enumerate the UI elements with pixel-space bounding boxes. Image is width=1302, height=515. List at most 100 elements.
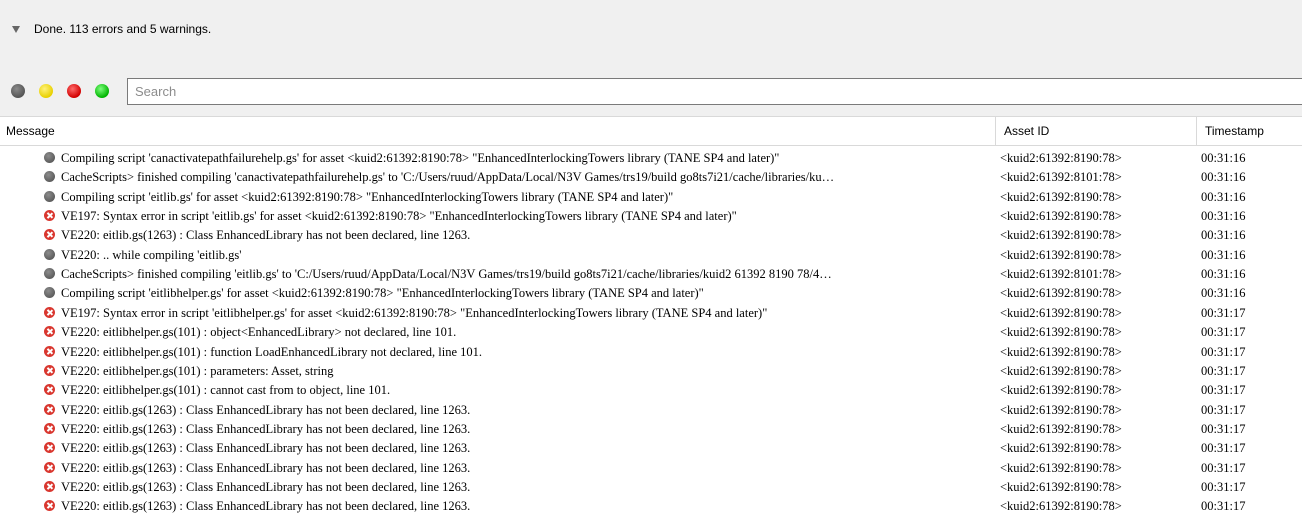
table-row[interactable]: Compiling script 'eitlibhelper.gs' for a… — [0, 284, 1302, 302]
asset-id-cell: <kuid2:61392:8190:78> — [1000, 402, 1122, 417]
timestamp-cell: 00:31:17 — [1201, 499, 1246, 514]
table-row[interactable]: CacheScripts> finished compiling 'eitlib… — [0, 265, 1302, 283]
asset-id-cell: <kuid2:61392:8190:78> — [1000, 344, 1122, 359]
message-cell: VE220: eitlib.gs(1263) : Class EnhancedL… — [61, 421, 471, 436]
error-icon — [44, 229, 55, 241]
table-row[interactable]: VE220: eitlibhelper.gs(101) : function L… — [0, 343, 1302, 361]
success-filter-icon[interactable] — [95, 84, 109, 98]
asset-id-cell: <kuid2:61392:8190:78> — [1000, 383, 1122, 398]
info-icon — [44, 248, 55, 260]
timestamp-cell: 00:31:17 — [1201, 460, 1246, 475]
table-row[interactable]: VE220: eitlib.gs(1263) : Class EnhancedL… — [0, 459, 1302, 477]
table-row[interactable]: VE220: eitlib.gs(1263) : Class EnhancedL… — [0, 439, 1302, 457]
error-icon — [44, 422, 55, 434]
asset-id-cell: <kuid2:61392:8190:78> — [1000, 151, 1122, 165]
warning-filter-icon[interactable] — [39, 84, 53, 98]
table-row[interactable]: VE220: eitlib.gs(1263) : Class EnhancedL… — [0, 478, 1302, 496]
timestamp-cell: 00:31:17 — [1201, 305, 1246, 320]
timestamp-cell: 00:31:17 — [1201, 325, 1246, 340]
summary-header[interactable]: Done. 113 errors and 5 warnings. — [0, 0, 1302, 58]
error-icon — [44, 364, 55, 376]
error-icon — [44, 442, 55, 454]
error-icon — [44, 461, 55, 473]
asset-id-cell: <kuid2:61392:8190:78> — [1000, 228, 1122, 243]
table-row[interactable]: VE197: Syntax error in script 'eitlibhel… — [0, 304, 1302, 322]
message-cell: VE220: eitlib.gs(1263) : Class EnhancedL… — [61, 228, 471, 243]
column-header-message[interactable]: Message — [0, 117, 995, 145]
collapse-triangle-icon[interactable] — [12, 26, 20, 33]
asset-id-cell: <kuid2:61392:8190:78> — [1000, 189, 1122, 204]
timestamp-cell: 00:31:16 — [1201, 189, 1246, 204]
asset-id-cell: <kuid2:61392:8190:78> — [1000, 363, 1122, 378]
timestamp-cell: 00:31:17 — [1201, 383, 1246, 398]
message-cell: VE220: eitlib.gs(1263) : Class EnhancedL… — [61, 402, 471, 417]
timestamp-cell: 00:31:16 — [1201, 170, 1246, 185]
timestamp-cell: 00:31:16 — [1201, 286, 1246, 301]
table-body[interactable]: Compiling script 'canactivatepathfailure… — [0, 149, 1302, 515]
asset-id-cell: <kuid2:61392:8190:78> — [1000, 286, 1122, 301]
message-cell: CacheScripts> finished compiling 'eitlib… — [61, 267, 832, 282]
message-cell: VE220: eitlib.gs(1263) : Class EnhancedL… — [61, 441, 471, 456]
error-icon — [44, 403, 55, 415]
timestamp-cell: 00:31:17 — [1201, 479, 1246, 494]
message-cell: CacheScripts> finished compiling 'canact… — [61, 170, 835, 185]
info-icon — [44, 190, 55, 202]
message-cell: VE220: eitlib.gs(1263) : Class EnhancedL… — [61, 460, 471, 475]
timestamp-cell: 00:31:16 — [1201, 267, 1246, 282]
error-icon — [44, 326, 55, 338]
table-row[interactable]: CacheScripts> finished compiling 'canact… — [0, 168, 1302, 186]
asset-id-cell: <kuid2:61392:8190:78> — [1000, 247, 1122, 262]
gray-filter-icon[interactable] — [11, 84, 25, 98]
asset-id-cell: <kuid2:61392:8101:78> — [1000, 170, 1122, 185]
timestamp-cell: 00:31:16 — [1201, 151, 1246, 165]
message-cell: Compiling script 'canactivatepathfailure… — [61, 151, 780, 165]
table-row[interactable]: VE220: eitlibhelper.gs(101) : object<Enh… — [0, 323, 1302, 341]
timestamp-cell: 00:31:16 — [1201, 209, 1246, 224]
info-icon — [44, 287, 55, 299]
info-icon — [44, 268, 55, 280]
asset-id-cell: <kuid2:61392:8190:78> — [1000, 305, 1122, 320]
table-row[interactable]: VE220: eitlib.gs(1263) : Class EnhancedL… — [0, 401, 1302, 419]
asset-id-cell: <kuid2:61392:8190:78> — [1000, 479, 1122, 494]
message-cell: VE220: eitlibhelper.gs(101) : function L… — [61, 344, 483, 359]
table-row[interactable]: VE220: eitlibhelper.gs(101) : cannot cas… — [0, 381, 1302, 399]
table-row[interactable]: VE220: eitlib.gs(1263) : Class EnhancedL… — [0, 497, 1302, 515]
error-icon — [44, 480, 55, 492]
timestamp-cell: 00:31:17 — [1201, 441, 1246, 456]
asset-id-cell: <kuid2:61392:8190:78> — [1000, 499, 1122, 514]
timestamp-cell: 00:31:16 — [1201, 247, 1246, 262]
column-header-asset-id[interactable]: Asset ID — [995, 117, 1196, 145]
error-filter-icon[interactable] — [67, 84, 81, 98]
timestamp-cell: 00:31:17 — [1201, 402, 1246, 417]
table-row[interactable]: VE220: eitlib.gs(1263) : Class EnhancedL… — [0, 226, 1302, 244]
asset-id-cell: <kuid2:61392:8101:78> — [1000, 267, 1122, 282]
table-row[interactable]: VE220: eitlib.gs(1263) : Class EnhancedL… — [0, 420, 1302, 438]
message-cell: VE197: Syntax error in script 'eitlib.gs… — [61, 209, 737, 224]
message-cell: VE197: Syntax error in script 'eitlibhel… — [61, 305, 768, 320]
table-row[interactable]: VE197: Syntax error in script 'eitlib.gs… — [0, 207, 1302, 225]
asset-id-cell: <kuid2:61392:8190:78> — [1000, 325, 1122, 340]
message-cell: VE220: eitlib.gs(1263) : Class EnhancedL… — [61, 499, 471, 514]
table-row[interactable]: VE220: eitlibhelper.gs(101) : parameters… — [0, 362, 1302, 380]
table-row[interactable]: VE220: .. while compiling 'eitlib.gs' <ku… — [0, 246, 1302, 264]
search-input[interactable] — [127, 78, 1302, 105]
asset-id-cell: <kuid2:61392:8190:78> — [1000, 441, 1122, 456]
timestamp-cell: 00:31:16 — [1201, 228, 1246, 243]
table-row[interactable]: Compiling script 'eitlib.gs' for asset <… — [0, 188, 1302, 206]
asset-id-cell: <kuid2:61392:8190:78> — [1000, 209, 1122, 224]
filter-bar — [0, 76, 1302, 106]
error-icon — [44, 384, 55, 396]
message-cell: VE220: eitlibhelper.gs(101) : cannot cas… — [61, 383, 391, 398]
column-header-timestamp[interactable]: Timestamp — [1196, 117, 1302, 145]
timestamp-cell: 00:31:17 — [1201, 363, 1246, 378]
message-cell: VE220: eitlibhelper.gs(101) : parameters… — [61, 363, 334, 378]
info-icon — [44, 152, 55, 163]
message-cell: VE220: .. while compiling 'eitlib.gs' — [61, 247, 242, 262]
asset-id-cell: <kuid2:61392:8190:78> — [1000, 421, 1122, 436]
summary-text: Done. 113 errors and 5 warnings. — [34, 22, 212, 36]
table-header: Message Asset ID Timestamp — [0, 116, 1302, 146]
message-cell: Compiling script 'eitlibhelper.gs' for a… — [61, 286, 704, 301]
table-row[interactable]: Compiling script 'canactivatepathfailure… — [0, 149, 1302, 167]
message-cell: VE220: eitlibhelper.gs(101) : object<Enh… — [61, 325, 457, 340]
error-icon — [44, 306, 55, 318]
